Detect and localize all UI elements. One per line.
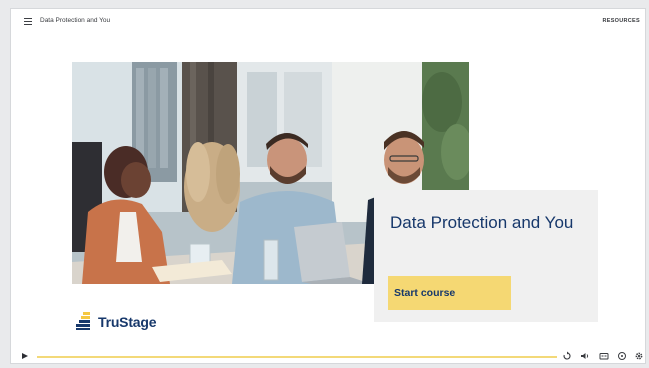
settings-icon[interactable] [634, 351, 644, 361]
play-icon[interactable] [22, 353, 28, 359]
course-title: Data Protection and You [40, 17, 111, 24]
replay-icon[interactable] [562, 351, 572, 361]
logo-wordmark: TruStage [98, 314, 157, 330]
card-title: Data Protection and You [390, 213, 574, 232]
course-player: Data Protection and You RESOURCES Data P… [10, 8, 646, 364]
top-bar: Data Protection and You RESOURCES [11, 9, 645, 35]
resources-button[interactable]: RESOURCES [602, 18, 640, 24]
title-card: Data Protection and You Start course [374, 190, 598, 322]
progress-bar[interactable] [37, 356, 557, 358]
start-course-button[interactable]: Start course [388, 276, 511, 310]
trustage-logo-icon [76, 312, 90, 330]
player-bar [11, 350, 645, 364]
volume-icon[interactable] [580, 351, 590, 361]
menu-icon[interactable] [24, 18, 32, 26]
captions-icon[interactable] [599, 351, 609, 361]
playback-rate-icon[interactable] [617, 351, 627, 361]
